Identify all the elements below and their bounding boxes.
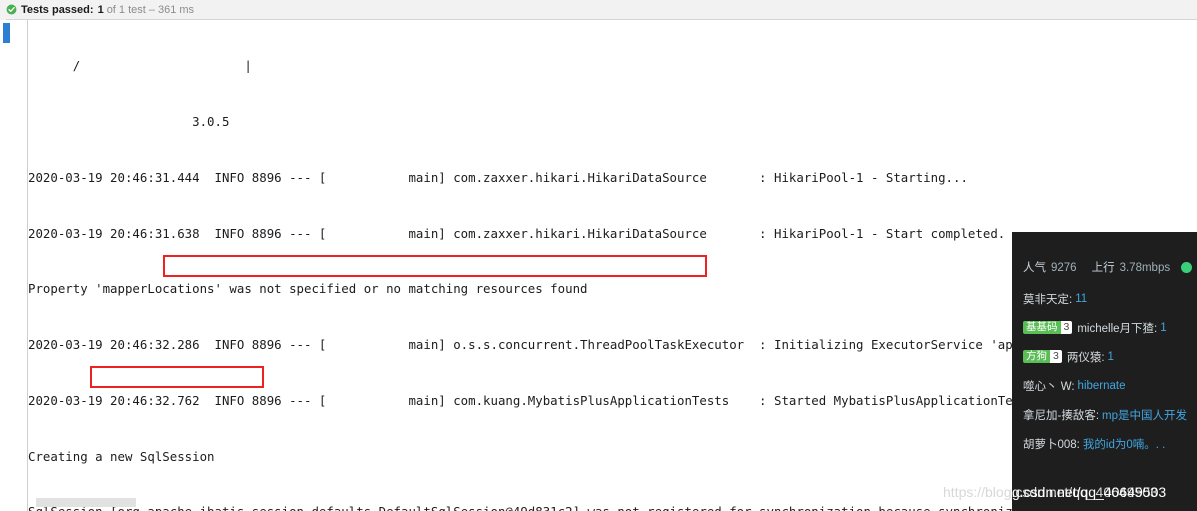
console-line: 3.0.5: [28, 113, 230, 129]
console-gutter: [0, 20, 28, 511]
live-chat-overlay[interactable]: 人气 9276 上行 3.78mbps 莫非天定: 11 基基码 3 miche…: [1012, 232, 1197, 511]
chat-message: 拿尼加-揍敌客: mp是中国人开发: [1023, 400, 1197, 429]
chat-text: mp是中国人开发: [1102, 409, 1188, 422]
chat-message: 胡萝卜008: 我的id为0喃。. .: [1023, 429, 1197, 458]
chat-text: 1: [1160, 321, 1167, 334]
chat-username: 两仪猿:: [1066, 351, 1105, 364]
chat-message-list[interactable]: 莫非天定: 11 基基码 3 michelle月下猹: 1 方狗 3 两仪猿: …: [1012, 284, 1197, 458]
console-bottom-tab-stub[interactable]: [36, 498, 136, 507]
console-line: / |: [28, 58, 252, 74]
check-circle-icon: [6, 4, 17, 15]
chat-text: 我的id为0喃。. .: [1082, 438, 1166, 451]
chat-badge-name: 基基码: [1023, 320, 1061, 335]
chat-message: 方狗 3 两仪猿: 1: [1023, 342, 1197, 371]
uplink-value: 3.78mbps: [1119, 262, 1171, 274]
tests-passed-count: 1: [97, 3, 104, 16]
chat-text: 1: [1107, 350, 1114, 363]
chat-message: 噬心丶 W: hibernate: [1023, 371, 1197, 400]
chat-username: 胡萝卜008:: [1023, 438, 1080, 451]
popularity-value: 9276: [1051, 262, 1077, 274]
chat-badge-name: 方狗: [1023, 349, 1050, 364]
console-line: 2020-03-19 20:46:31.444 INFO 8896 --- [ …: [28, 169, 968, 185]
popularity-label: 人气: [1023, 262, 1046, 274]
chat-username: 噬心丶 W:: [1023, 380, 1075, 393]
chat-username: michelle月下猹:: [1077, 322, 1158, 335]
chat-text: hibernate: [1077, 379, 1126, 392]
online-indicator-icon: [1181, 261, 1193, 273]
test-status-bar: Tests passed: 1 of 1 test – 361 ms: [0, 0, 1197, 20]
popularity-stat: 人气 9276: [1023, 259, 1077, 275]
uplink-stat: 上行 3.78mbps: [1092, 259, 1171, 275]
chat-stats-bar: 人气 9276 上行 3.78mbps: [1012, 254, 1197, 280]
chat-username: 莫非天定:: [1023, 293, 1073, 306]
chat-message: 基基码 3 michelle月下猹: 1: [1023, 313, 1197, 342]
chat-message: 莫非天定: 11: [1023, 284, 1197, 313]
status-separator: –: [148, 3, 155, 16]
chat-text: 11: [1075, 292, 1088, 305]
chat-fan-badge: 基基码 3: [1023, 320, 1073, 335]
csdn-watermark-overlay: g.csdn.net/qq_40649503: [1012, 484, 1167, 500]
uplink-label: 上行: [1091, 262, 1115, 274]
test-duration: 361 ms: [157, 3, 195, 16]
chat-badge-level: 3: [1060, 320, 1073, 335]
chat-badge-level: 3: [1050, 349, 1062, 364]
tests-total-label: of 1 test: [106, 3, 146, 16]
chat-fan-badge: 方狗 3: [1023, 349, 1062, 364]
tests-passed-label: Tests passed:: [21, 3, 94, 16]
console-fold-marker[interactable]: [3, 23, 10, 43]
chat-username: 拿尼加-揍敌客:: [1023, 409, 1100, 422]
